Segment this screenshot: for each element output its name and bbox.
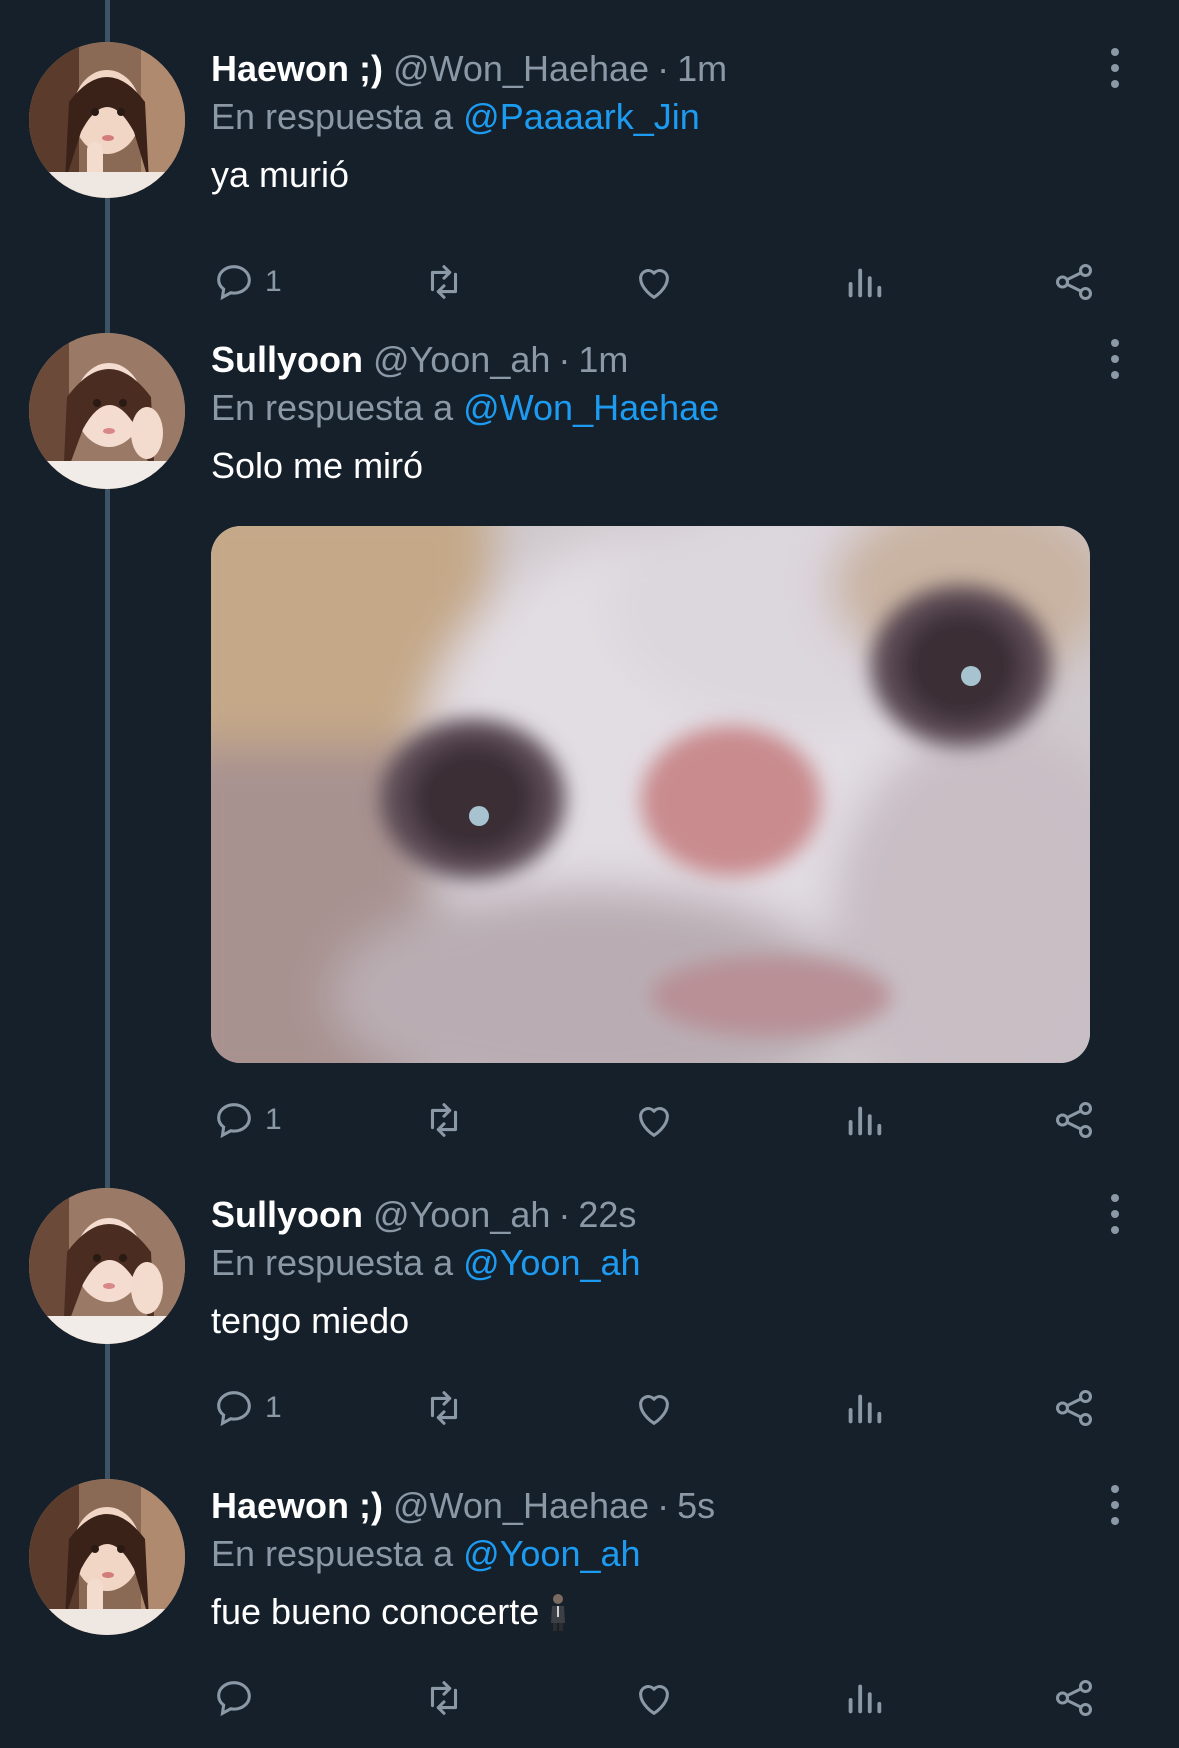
reply-icon	[211, 259, 257, 305]
views-button[interactable]	[841, 1383, 887, 1433]
retweet-button[interactable]	[421, 1383, 467, 1433]
tweet-text: ya murió	[211, 154, 350, 195]
views-button[interactable]	[841, 1673, 887, 1723]
reply-prefix: En respuesta a	[211, 1533, 454, 1574]
like-button[interactable]	[631, 1673, 677, 1723]
like-icon	[631, 1097, 677, 1143]
share-button[interactable]	[1051, 1383, 1097, 1433]
tweet-text: Solo me miró	[211, 445, 424, 486]
separator: ·	[657, 48, 670, 89]
user-handle[interactable]: @Yoon_ah	[373, 1194, 550, 1236]
tweet-header: Haewon ;) @Won_Haehae · 1m	[211, 44, 727, 94]
more-options-icon[interactable]	[1100, 339, 1130, 379]
share-icon	[1051, 1385, 1097, 1431]
reply-prefix: En respuesta a	[211, 96, 454, 137]
reply-icon	[211, 1675, 257, 1721]
like-button[interactable]	[631, 257, 677, 307]
display-name[interactable]: Sullyoon	[211, 1194, 363, 1236]
reply-context: En respuesta a @Won_Haehae	[211, 383, 719, 433]
reply-to-link[interactable]: @Yoon_ah	[463, 1242, 640, 1284]
retweet-icon	[421, 1385, 467, 1431]
like-icon	[631, 1385, 677, 1431]
share-button[interactable]	[1051, 1673, 1097, 1723]
person-in-suit-emoji-icon	[549, 1593, 567, 1631]
avatar[interactable]	[29, 1479, 185, 1635]
retweet-button[interactable]	[421, 1095, 467, 1145]
avatar[interactable]	[29, 1188, 185, 1344]
share-button[interactable]	[1051, 1095, 1097, 1145]
display-name[interactable]: Haewon ;)	[211, 48, 383, 90]
tweet-header: Haewon ;) @Won_Haehae · 5s	[211, 1481, 715, 1531]
views-icon	[841, 1385, 887, 1431]
display-name[interactable]: Sullyoon	[211, 339, 363, 381]
retweet-icon	[421, 259, 467, 305]
timestamp[interactable]: 1m	[677, 48, 727, 90]
like-icon	[631, 259, 677, 305]
timestamp[interactable]: 5s	[677, 1485, 715, 1527]
like-icon	[631, 1675, 677, 1721]
reply-prefix: En respuesta a	[211, 387, 454, 428]
reply-button[interactable]	[211, 1673, 265, 1723]
views-icon	[841, 1097, 887, 1143]
separator: ·	[558, 1194, 571, 1235]
tweet-text: tengo miedo	[211, 1300, 410, 1341]
tweet[interactable]: Sullyoon @Yoon_ah · 1m En respuesta a @W…	[0, 333, 1179, 1153]
share-button[interactable]	[1051, 257, 1097, 307]
more-options-icon[interactable]	[1100, 1194, 1130, 1234]
share-icon	[1051, 1675, 1097, 1721]
timestamp[interactable]: 22s	[578, 1194, 636, 1236]
separator: ·	[558, 339, 571, 380]
reply-to-link[interactable]: @Paaaark_Jin	[463, 96, 700, 138]
reply-count: 1	[265, 1103, 282, 1136]
tweet[interactable]: Sullyoon @Yoon_ah · 22s En respuesta a @…	[0, 1188, 1179, 1458]
share-icon	[1051, 1097, 1097, 1143]
tweet[interactable]: Haewon ;) @Won_Haehae · 1m En respuesta …	[0, 42, 1179, 302]
more-options-icon[interactable]	[1100, 1485, 1130, 1525]
tweet-header: Sullyoon @Yoon_ah · 22s	[211, 1190, 636, 1240]
share-icon	[1051, 259, 1097, 305]
like-button[interactable]	[631, 1383, 677, 1433]
user-handle[interactable]: @Won_Haehae	[393, 48, 649, 90]
reply-icon	[211, 1385, 257, 1431]
reply-count: 1	[265, 1391, 282, 1424]
views-icon	[841, 259, 887, 305]
retweet-icon	[421, 1675, 467, 1721]
display-name[interactable]: Haewon ;)	[211, 1485, 383, 1527]
tweet-media-image[interactable]	[211, 526, 1090, 1063]
views-button[interactable]	[841, 1095, 887, 1145]
reply-to-link[interactable]: @Yoon_ah	[463, 1533, 640, 1575]
action-bar: 1	[211, 257, 1111, 307]
retweet-button[interactable]	[421, 1673, 467, 1723]
reply-to-link[interactable]: @Won_Haehae	[463, 387, 719, 429]
user-handle[interactable]: @Yoon_ah	[373, 339, 550, 381]
tweet-text: fue bueno conocerte	[211, 1591, 540, 1632]
action-bar: 1	[211, 1095, 1111, 1145]
tweet-header: Sullyoon @Yoon_ah · 1m	[211, 335, 628, 385]
tweet[interactable]: Haewon ;) @Won_Haehae · 5s En respuesta …	[0, 1479, 1179, 1748]
reply-button[interactable]: 1	[211, 257, 282, 307]
reply-context: En respuesta a @Paaaark_Jin	[211, 92, 700, 142]
action-bar	[211, 1673, 1111, 1723]
views-icon	[841, 1675, 887, 1721]
timestamp[interactable]: 1m	[578, 339, 628, 381]
reply-prefix: En respuesta a	[211, 1242, 454, 1283]
reply-count: 1	[265, 265, 282, 298]
separator: ·	[657, 1485, 670, 1526]
reply-context: En respuesta a @Yoon_ah	[211, 1529, 641, 1579]
avatar[interactable]	[29, 333, 185, 489]
avatar[interactable]	[29, 42, 185, 198]
views-button[interactable]	[841, 257, 887, 307]
like-button[interactable]	[631, 1095, 677, 1145]
reply-button[interactable]: 1	[211, 1095, 282, 1145]
reply-icon	[211, 1097, 257, 1143]
retweet-icon	[421, 1097, 467, 1143]
action-bar: 1	[211, 1383, 1111, 1433]
tweet-text-row: fue bueno conocerte	[211, 1587, 567, 1637]
user-handle[interactable]: @Won_Haehae	[393, 1485, 649, 1527]
reply-context: En respuesta a @Yoon_ah	[211, 1238, 641, 1288]
more-options-icon[interactable]	[1100, 48, 1130, 88]
reply-button[interactable]: 1	[211, 1383, 282, 1433]
retweet-button[interactable]	[421, 257, 467, 307]
reply-thread: Haewon ;) @Won_Haehae · 1m En respuesta …	[0, 0, 1179, 1748]
